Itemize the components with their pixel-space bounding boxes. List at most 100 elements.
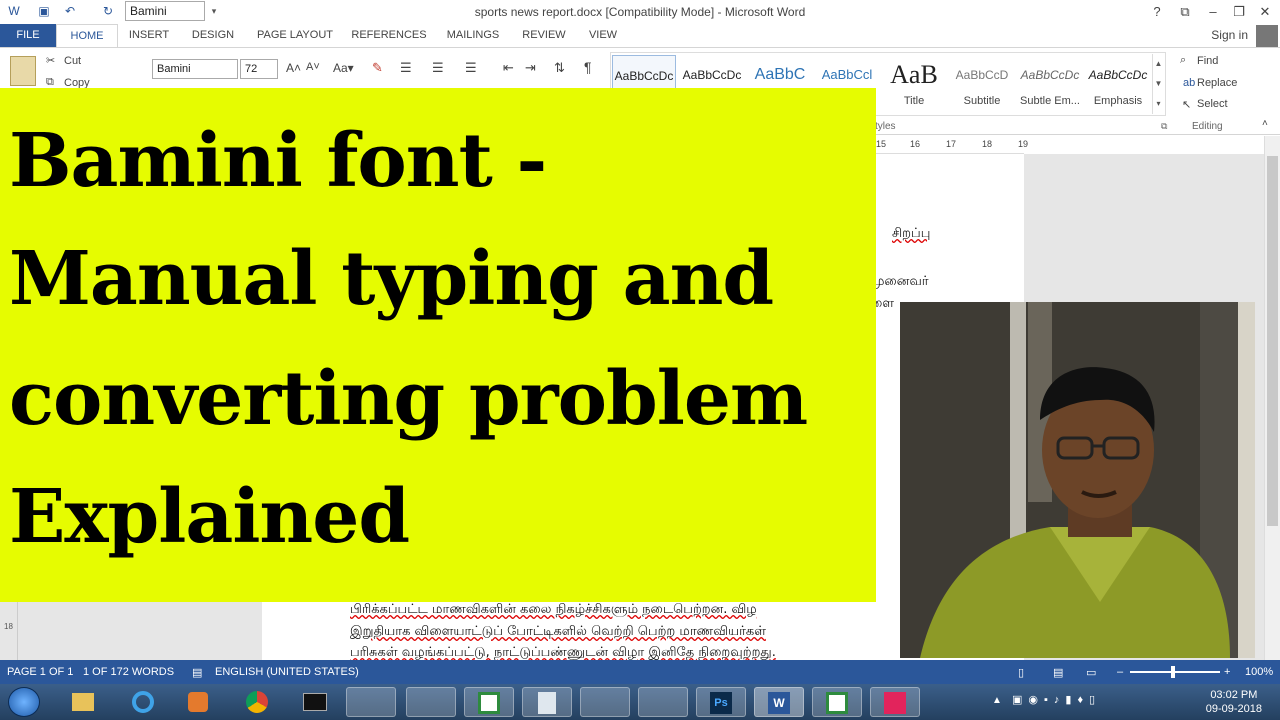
app-taskbar-icon[interactable]	[406, 687, 456, 717]
gallery-scroll-icon[interactable]: ▲ ▼ ▾	[1152, 54, 1164, 114]
style-preview: AaBbCcDc	[1020, 68, 1080, 82]
camtasia-recorder-taskbar-icon[interactable]	[812, 687, 862, 717]
select-icon[interactable]: ↖	[1182, 98, 1191, 111]
cmd-taskbar-icon[interactable]	[290, 687, 340, 717]
zoom-level[interactable]: 100%	[1245, 666, 1273, 678]
replace-button[interactable]: Replace	[1197, 77, 1237, 89]
microphone-taskbar-icon[interactable]	[638, 687, 688, 717]
style-subtitle[interactable]: AaBbCcD Subtitle	[950, 55, 1014, 130]
avatar[interactable]	[1256, 25, 1278, 47]
tab-mailings[interactable]: MAILINGS	[438, 24, 508, 47]
start-button-icon[interactable]	[8, 687, 40, 717]
style-preview: AaBbCcD	[955, 68, 1009, 82]
style-label: Subtle Em...	[1020, 95, 1080, 107]
minimize-button[interactable]: –	[1200, 2, 1226, 22]
print-layout-icon[interactable]: ▤	[1053, 666, 1063, 679]
calculator-taskbar-icon[interactable]	[522, 687, 572, 717]
tab-review[interactable]: REVIEW	[514, 24, 574, 47]
clock-date: 09-09-2018	[1205, 703, 1262, 715]
read-mode-icon[interactable]: ▯	[1018, 666, 1024, 679]
vertical-scrollbar[interactable]	[1264, 136, 1280, 660]
zoom-slider-thumb[interactable]	[1171, 666, 1175, 678]
media-player-taskbar-icon[interactable]	[174, 687, 224, 717]
find-button[interactable]: Find	[1197, 55, 1218, 67]
word-taskbar-icon[interactable]: W	[754, 687, 804, 717]
sort-icon[interactable]: ⇅	[554, 60, 565, 76]
style-preview: AaBbCcDc	[1088, 68, 1148, 82]
camtasia-taskbar-icon[interactable]	[464, 687, 514, 717]
style-emphasis[interactable]: AaBbCcDc Emphasis	[1086, 55, 1150, 130]
status-bar: PAGE 1 OF 1 1 OF 172 WORDS ▤ ENGLISH (UN…	[0, 660, 1280, 684]
page-count[interactable]: PAGE 1 OF 1	[7, 666, 73, 678]
system-tray-icons[interactable]: ▣◉▪♪▮♦▯	[1012, 693, 1122, 709]
tab-insert[interactable]: INSERT	[120, 24, 178, 47]
tab-references[interactable]: REFERENCES	[346, 24, 432, 47]
ruler-mark: 18	[982, 139, 993, 149]
title-bar: W ▣ ↶ ↻ Bamini ▾ sports news report.docx…	[0, 0, 1280, 24]
banner-line: Explained	[9, 474, 410, 560]
tab-view[interactable]: VIEW	[578, 24, 628, 47]
doc-heading-fragment: சிறப்பு	[892, 226, 931, 241]
styles-group-label: tyles	[875, 121, 896, 132]
numbering-icon[interactable]: ☰	[432, 60, 444, 76]
sign-in-link[interactable]: Sign in	[1211, 24, 1248, 47]
vertical-ruler[interactable]: 18	[0, 600, 18, 660]
ribbon-tabs: FILE HOME INSERT DESIGN PAGE LAYOUT REFE…	[0, 24, 1280, 47]
tab-home[interactable]: HOME	[56, 24, 118, 47]
ruler-mark: 15	[876, 139, 887, 149]
replace-icon[interactable]: ab	[1183, 77, 1195, 89]
font-size-combo[interactable]: 72	[240, 59, 278, 79]
select-button[interactable]: Select	[1197, 98, 1228, 110]
doc-side-fragment: முனைவர்	[870, 274, 929, 289]
zoom-out-icon[interactable]: –	[1117, 666, 1123, 678]
show-formatting-icon[interactable]: ¶	[584, 59, 592, 75]
style-label: Emphasis	[1093, 95, 1143, 107]
web-layout-icon[interactable]: ▭	[1086, 666, 1096, 679]
explorer-taskbar-icon[interactable]	[58, 687, 108, 717]
zoom-in-icon[interactable]: +	[1224, 666, 1230, 678]
tab-page-layout[interactable]: PAGE LAYOUT	[248, 24, 342, 47]
change-case-icon[interactable]: Aa▾	[333, 61, 354, 75]
decrease-indent-icon[interactable]: ⇤	[503, 60, 514, 76]
word-count[interactable]: 1 OF 172 WORDS	[83, 666, 174, 678]
style-subtle-emphasis[interactable]: AaBbCcDc Subtle Em...	[1018, 55, 1082, 130]
multilevel-list-icon[interactable]: ☰	[465, 60, 477, 76]
font-name-combo[interactable]: Bamini	[152, 59, 238, 79]
style-label: Title	[903, 95, 925, 107]
increase-indent-icon[interactable]: ⇥	[525, 60, 536, 76]
app-taskbar-icon[interactable]	[580, 687, 630, 717]
app-taskbar-icon[interactable]	[870, 687, 920, 717]
help-button[interactable]: ?	[1144, 2, 1170, 22]
close-button[interactable]: ✕	[1252, 2, 1278, 22]
clear-formatting-icon[interactable]: ✎	[372, 60, 383, 76]
tab-design[interactable]: DESIGN	[182, 24, 244, 47]
style-label: Subtitle	[963, 95, 1001, 107]
collapse-ribbon-icon[interactable]: ˄	[1262, 118, 1268, 129]
restore-button[interactable]: ❐	[1226, 2, 1252, 22]
proofing-icon[interactable]: ▤	[192, 666, 202, 679]
zoom-slider[interactable]	[1130, 671, 1220, 673]
language-indicator[interactable]: ENGLISH (UNITED STATES)	[215, 666, 359, 678]
paste-icon[interactable]	[10, 56, 36, 86]
tray-arrow-icon[interactable]: ▲	[992, 695, 1002, 706]
style-title[interactable]: AaB Title	[882, 55, 946, 130]
styles-dialog-launcher-icon[interactable]: ⧉	[1161, 121, 1167, 132]
doc-line: பிரிக்கப்பட்ட மாணவிகளின் கலை நிகழ்ச்சிகள…	[350, 602, 757, 617]
scroll-thumb[interactable]	[1267, 156, 1278, 526]
tab-file[interactable]: FILE	[0, 24, 56, 47]
shrink-font-icon[interactable]: A˅	[306, 61, 320, 73]
find-icon[interactable]: ⌕	[1180, 54, 1186, 67]
cut-icon[interactable]: ✂	[46, 54, 55, 67]
ribbon-display-button[interactable]: ⧉	[1172, 2, 1198, 22]
window-title: sports news report.docx [Compatibility M…	[474, 5, 806, 19]
bullets-icon[interactable]: ☰	[400, 60, 412, 76]
taskbar-clock[interactable]: 03:02 PM 09-09-2018	[1206, 688, 1262, 716]
taskbar: Ps W ▲ ▣◉▪♪▮♦▯ 03:02 PM 09-09-2018	[0, 684, 1280, 720]
photoshop-taskbar-icon[interactable]: Ps	[696, 687, 746, 717]
ie-taskbar-icon[interactable]	[118, 687, 168, 717]
cut-button[interactable]: Cut	[64, 55, 81, 67]
vruler-mark: 18	[4, 622, 13, 631]
app-taskbar-icon[interactable]	[346, 687, 396, 717]
chrome-taskbar-icon[interactable]	[232, 687, 282, 717]
grow-font-icon[interactable]: A˄	[286, 61, 301, 75]
